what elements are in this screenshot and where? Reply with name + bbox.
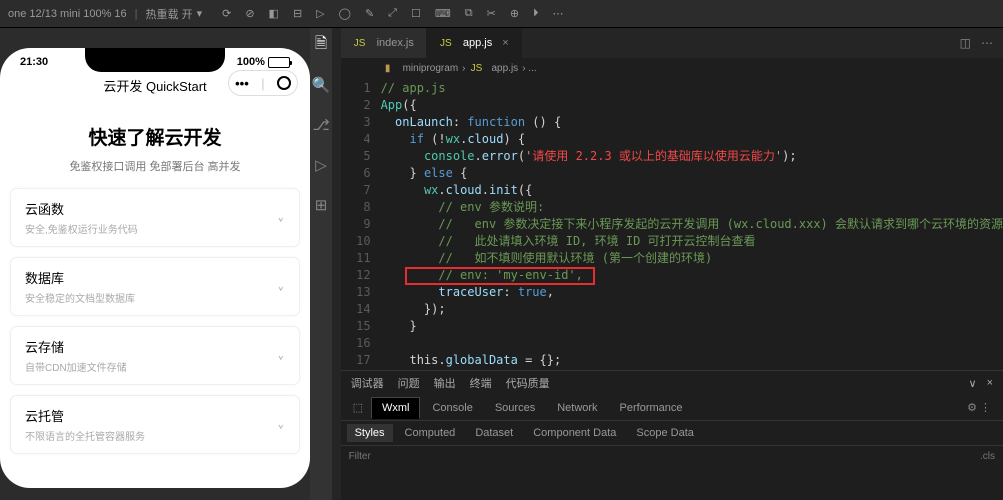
- edit-icon[interactable]: ✎: [365, 7, 374, 20]
- extensions-icon[interactable]: ⊞: [310, 194, 332, 216]
- divider: |: [135, 8, 138, 20]
- simulator-panel: 21:30 . 100% 云开发 QuickStart ••• | 快速了解云开…: [0, 28, 310, 500]
- refresh-icon[interactable]: ⟳: [222, 7, 231, 20]
- file-index-wxss[interactable]: ⬚index.wxss: [332, 488, 341, 500]
- file-index-json[interactable]: {}index.json: [332, 456, 341, 472]
- cls-toggle[interactable]: .cls: [980, 451, 995, 462]
- folder-index[interactable]: ▾▮index: [332, 424, 341, 440]
- copy-icon[interactable]: ⧉: [465, 7, 473, 20]
- title-bar: one 12/13 mini 100% 16 | 热重载 开 ▾ ⟳ ⊘ ◧ ⊟…: [0, 0, 1003, 28]
- debug-icon[interactable]: ▷: [310, 154, 332, 176]
- editor-tabs: JSindex.js JSapp.js× ◫ ⋯: [341, 28, 1003, 58]
- add-icon[interactable]: ⊕: [510, 7, 519, 20]
- editor-area: JSindex.js JSapp.js× ◫ ⋯ ▮ miniprogram ›…: [341, 28, 1003, 500]
- chevron-down-icon: ⌄: [277, 415, 285, 435]
- breadcrumb[interactable]: ▮ miniprogram › JS app.js › ...: [341, 58, 1003, 78]
- sources-tab[interactable]: Sources: [485, 398, 545, 418]
- activity-bar: 🗎 🔍 ⎇ ▷ ⊞: [310, 28, 332, 500]
- folder-cloudfunctions[interactable]: ▸▮cloudfunctions | 当前...: [332, 276, 341, 296]
- console-tab[interactable]: Console: [422, 398, 482, 418]
- open-editors-section[interactable]: ▸打开的编辑器: [332, 120, 341, 234]
- folder-miniprogram[interactable]: ▾▮miniprogram: [332, 296, 341, 312]
- folder-images[interactable]: ▸▮images: [332, 328, 341, 344]
- project-root[interactable]: ▾MINIPROGRAM-2: [332, 234, 341, 276]
- hot-reload-status: 热重载 开: [146, 6, 193, 22]
- folder-components[interactable]: ▸▮components: [332, 312, 341, 328]
- time-label: 21:30: [20, 56, 48, 68]
- js-icon: JS: [470, 63, 484, 74]
- battery-status: 100%: [237, 56, 290, 68]
- explorer-panel: 资源管理器 ⋯ ▸打开的编辑器 ▾MINIPROGRAM-2 ▸▮cloudfu…: [332, 28, 341, 500]
- stop-icon[interactable]: ⊘: [245, 7, 254, 20]
- collapse-icon[interactable]: ∨: [969, 377, 977, 390]
- code-editor[interactable]: 1234567891011121314151617181920 // app.j…: [341, 78, 1003, 370]
- folder-item[interactable]: ▸▮getOpenId: [332, 408, 341, 424]
- hero-title: 快速了解云开发: [30, 123, 280, 150]
- folder-icon: ▮: [381, 63, 395, 74]
- dataset-tab[interactable]: Dataset: [467, 424, 521, 442]
- folder-item[interactable]: ▸▮createCollection: [332, 360, 341, 376]
- network-tab[interactable]: Network: [547, 398, 607, 418]
- layout-icon[interactable]: ◧: [269, 7, 279, 20]
- card-storage[interactable]: 云存储自带CDN加速文件存储 ⌄: [10, 326, 300, 385]
- chevron-down-icon: ⌄: [277, 277, 285, 297]
- menu-dots-icon[interactable]: •••: [235, 76, 249, 91]
- play-icon[interactable]: ▷: [316, 7, 324, 20]
- problems-tab[interactable]: 问题: [398, 375, 420, 391]
- gear-icon[interactable]: ⚙ ⋮: [967, 401, 997, 414]
- chevron-down-icon[interactable]: ▾: [197, 7, 203, 20]
- scope-data-tab[interactable]: Scope Data: [628, 424, 701, 442]
- search-icon[interactable]: 🔍: [310, 74, 332, 96]
- debugger-panel: 调试器 问题 输出 终端 代码质量 ∨ × ⬚ Wxml Console Sou…: [341, 370, 1003, 500]
- terminal-tab[interactable]: 终端: [470, 375, 492, 391]
- tab-index-js[interactable]: JSindex.js: [341, 28, 427, 58]
- phone-frame: 21:30 . 100% 云开发 QuickStart ••• | 快速了解云开…: [0, 48, 310, 488]
- folder-item[interactable]: ▸▮getMiniProgramCode: [332, 392, 341, 408]
- expand-icon[interactable]: ⤢: [388, 7, 397, 20]
- tab-app-js[interactable]: JSapp.js×: [427, 28, 522, 58]
- target-icon[interactable]: [277, 76, 291, 90]
- chevron-down-icon: ⌄: [277, 208, 285, 228]
- explorer-icon[interactable]: 🗎: [310, 34, 332, 56]
- device-info: one 12/13 mini 100% 16: [8, 8, 127, 20]
- capsule-button[interactable]: ••• |: [228, 70, 298, 96]
- file-index-wxml[interactable]: ⬚index.wxml: [332, 472, 341, 488]
- more-icon[interactable]: ⋯: [981, 36, 993, 50]
- toolbar-actions: ⟳ ⊘ ◧ ⊟ ▷ ◯ ✎ ⤢ ☐ ⌨ ⧉ ✂ ⊕ ⏵ ⋯: [222, 7, 563, 20]
- close-icon[interactable]: ×: [987, 377, 993, 390]
- file-index-js[interactable]: JSindex.js: [332, 440, 341, 456]
- split-icon[interactable]: ◫: [960, 36, 971, 50]
- line-numbers: 1234567891011121314151617181920: [341, 78, 381, 370]
- filter-label[interactable]: Filter: [349, 451, 371, 462]
- output-tab[interactable]: 输出: [434, 375, 456, 391]
- card-database[interactable]: 数据库安全稳定的文档型数据库 ⌄: [10, 257, 300, 316]
- hero-subtitle: 免鉴权接口调用 免部署后台 高并发: [30, 158, 280, 174]
- card-cloud-function[interactable]: 云函数安全,免鉴权运行业务代码 ⌄: [10, 188, 300, 247]
- cut-icon[interactable]: ✂: [487, 7, 496, 20]
- more-icon[interactable]: ⋯: [553, 7, 564, 20]
- record-icon[interactable]: ◯: [339, 7, 351, 20]
- notch: [85, 48, 225, 72]
- box-icon[interactable]: ☐: [411, 7, 421, 20]
- styles-tab[interactable]: Styles: [347, 424, 393, 442]
- clear-icon[interactable]: ⊟: [293, 7, 302, 20]
- quality-tab[interactable]: 代码质量: [506, 375, 550, 391]
- explorer-title: 资源管理器 ⋯: [332, 28, 341, 120]
- battery-icon: [268, 57, 290, 68]
- card-hosting[interactable]: 云托管不限语言的全托管容器服务 ⌄: [10, 395, 300, 454]
- close-icon[interactable]: ×: [502, 37, 508, 49]
- run-icon[interactable]: ⏵: [533, 7, 539, 20]
- wxml-tab[interactable]: Wxml: [371, 397, 421, 419]
- debugger-title[interactable]: 调试器: [351, 375, 384, 391]
- keyboard-icon[interactable]: ⌨: [435, 7, 451, 20]
- folder-item[interactable]: ▸▮deployService: [332, 376, 341, 392]
- page-title: 云开发 QuickStart: [103, 76, 206, 95]
- git-icon[interactable]: ⎇: [310, 114, 332, 136]
- component-data-tab[interactable]: Component Data: [525, 424, 624, 442]
- chevron-down-icon: ⌄: [277, 346, 285, 366]
- inspect-icon[interactable]: ⬚: [347, 397, 369, 418]
- folder-pages[interactable]: ▾▮pages: [332, 344, 341, 360]
- performance-tab[interactable]: Performance: [610, 398, 693, 418]
- computed-tab[interactable]: Computed: [397, 424, 464, 442]
